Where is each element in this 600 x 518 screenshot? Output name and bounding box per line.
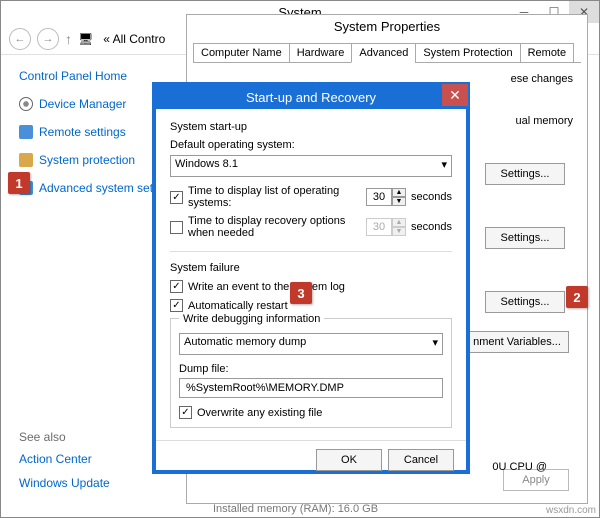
remote-settings-link[interactable]: Remote settings (19, 125, 171, 139)
write-event-label: Write an event to the system log (188, 281, 345, 293)
breadcrumb[interactable]: « All Contro (103, 32, 165, 46)
chevron-down-icon: ▾ (441, 158, 447, 171)
gear-icon (19, 97, 33, 111)
startup-title-text: Start-up and Recovery (246, 90, 376, 105)
display-recovery-label: Time to display recovery options when ne… (188, 215, 361, 239)
dump-type-select[interactable]: Automatic memory dump ▾ (179, 333, 443, 355)
spinner-value: 30 (366, 188, 392, 206)
debug-info-group: Write debugging information Automatic me… (170, 318, 452, 428)
see-also-heading: See also (19, 430, 171, 444)
annotation-badge-3: 3 (290, 282, 312, 304)
divider (170, 251, 452, 252)
note-text: ese changes (511, 73, 573, 85)
tab-hardware[interactable]: Hardware (289, 43, 353, 63)
computer-icon: 🖥 (78, 32, 93, 46)
spin-down-icon[interactable]: ▼ (392, 197, 406, 206)
startup-recovery-dialog: Start-up and Recovery ✕ System start-up … (152, 82, 470, 474)
dump-file-input[interactable] (179, 378, 443, 398)
chevron-down-icon: ▾ (432, 336, 438, 349)
display-list-label: Time to display list of operating system… (188, 185, 361, 209)
forward-button[interactable]: → (37, 28, 59, 50)
settings-button-startup[interactable]: Settings... (485, 291, 565, 313)
display-list-checkbox[interactable]: ✓ (170, 191, 183, 204)
device-manager-link[interactable]: Device Manager (19, 97, 171, 111)
dump-type-value: Automatic memory dump (184, 336, 306, 348)
action-center-link[interactable]: Action Center (19, 452, 171, 466)
tab-advanced[interactable]: Advanced (351, 43, 416, 63)
write-event-checkbox[interactable]: ✓ (170, 280, 183, 293)
seconds-label: seconds (411, 221, 452, 233)
default-os-label: Default operating system: (170, 139, 452, 151)
spin-up-icon[interactable]: ▲ (392, 188, 406, 197)
up-button[interactable]: ↑ (65, 31, 72, 47)
close-icon[interactable]: ✕ (442, 84, 468, 106)
link-label: Device Manager (39, 97, 126, 111)
control-panel-sidebar: Control Panel Home Device Manager Remote… (1, 55, 171, 516)
settings-button-performance[interactable]: Settings... (485, 163, 565, 185)
spin-down-icon: ▼ (392, 227, 406, 236)
display-list-spinner[interactable]: 30 ▲▼ (366, 188, 406, 206)
vm-label-fragment: ual memory (516, 115, 573, 127)
tab-computer-name[interactable]: Computer Name (193, 43, 290, 63)
startup-titlebar: Start-up and Recovery ✕ (156, 86, 466, 109)
link-label: Advanced system setti (39, 181, 159, 195)
system-properties-title: System Properties (187, 15, 587, 38)
dump-file-label: Dump file: (179, 363, 443, 375)
settings-button-userprofiles[interactable]: Settings... (485, 227, 565, 249)
annotation-badge-1: 1 (8, 172, 30, 194)
shield-icon (19, 153, 33, 167)
link-label: System protection (39, 153, 135, 167)
cpu-text-fragment: 0U CPU @ (492, 461, 547, 473)
debug-group-label: Write debugging information (179, 313, 324, 325)
spinner-value: 30 (366, 218, 392, 236)
windows-update-link[interactable]: Windows Update (19, 476, 171, 490)
system-protection-link[interactable]: System protection (19, 153, 171, 167)
spin-up-icon: ▲ (392, 218, 406, 227)
watermark: wsxdn.com (546, 505, 596, 516)
default-os-select[interactable]: Windows 8.1 ▾ (170, 155, 452, 177)
installed-memory-text: Installed memory (RAM): 16.0 GB (210, 500, 381, 518)
monitor-icon (19, 125, 33, 139)
seconds-label: seconds (411, 191, 452, 203)
tabstrip: Computer Name Hardware Advanced System P… (193, 42, 581, 63)
overwrite-checkbox[interactable]: ✓ (179, 406, 192, 419)
auto-restart-checkbox[interactable]: ✓ (170, 299, 183, 312)
cancel-button[interactable]: Cancel (388, 449, 454, 471)
see-also-section: See also Action Center Windows Update (19, 430, 171, 516)
display-recovery-checkbox[interactable] (170, 221, 183, 234)
ok-button[interactable]: OK (316, 449, 382, 471)
startup-body: System start-up Default operating system… (156, 109, 466, 436)
display-recovery-spinner: 30 ▲▼ (366, 218, 406, 236)
control-panel-home-link[interactable]: Control Panel Home (19, 69, 171, 83)
advanced-system-settings-link[interactable]: Advanced system setti (19, 181, 171, 195)
system-failure-group-label: System failure (170, 262, 452, 274)
annotation-badge-2: 2 (566, 286, 588, 308)
tab-system-protection[interactable]: System Protection (415, 43, 520, 63)
dialog-buttons: OK Cancel (156, 440, 466, 481)
os-select-value: Windows 8.1 (175, 158, 238, 170)
back-button[interactable]: ← (9, 28, 31, 50)
environment-variables-button[interactable]: nment Variables... (465, 331, 569, 353)
tab-remote[interactable]: Remote (520, 43, 575, 63)
system-startup-group-label: System start-up (170, 121, 452, 133)
overwrite-label: Overwrite any existing file (197, 407, 322, 419)
link-label: Remote settings (39, 125, 126, 139)
auto-restart-label: Automatically restart (188, 300, 288, 312)
